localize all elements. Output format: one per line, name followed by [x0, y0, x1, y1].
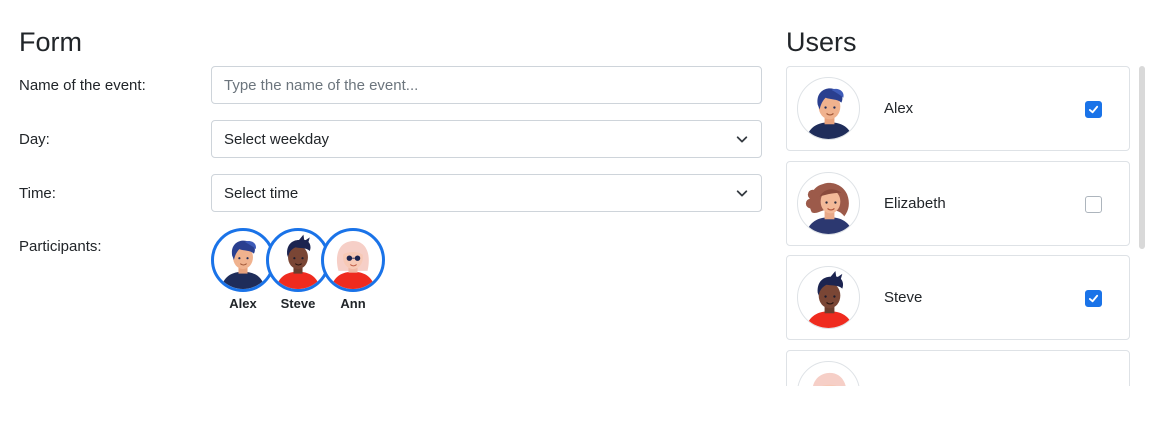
event-name-field[interactable]	[211, 66, 762, 104]
check-icon	[1088, 105, 1099, 114]
user-card-steve[interactable]: Steve	[786, 255, 1130, 340]
participant-name: Ann	[340, 296, 366, 311]
event-name-label: Name of the event:	[19, 77, 146, 94]
alex-avatar-icon	[214, 231, 272, 289]
chevron-down-icon	[736, 190, 748, 197]
user-checkbox[interactable]	[1085, 290, 1102, 307]
time-label: Time:	[19, 185, 56, 202]
user-card-ann[interactable]	[786, 350, 1130, 386]
participant-ann[interactable]: Ann	[321, 228, 385, 311]
user-name: Steve	[884, 289, 923, 306]
event-name-input[interactable]	[224, 76, 749, 94]
time-select[interactable]: Select time	[211, 174, 762, 212]
day-select-value: Select weekday	[224, 130, 330, 148]
chevron-down-icon	[736, 136, 748, 143]
participants-list: Alex Steve Ann	[211, 228, 411, 318]
steve-avatar-icon	[269, 231, 327, 289]
ann-avatar-icon	[324, 231, 382, 289]
user-checkbox[interactable]	[1085, 101, 1102, 118]
elizabeth-avatar-icon	[798, 173, 860, 235]
check-icon	[1088, 294, 1099, 303]
ann-avatar-icon	[798, 362, 860, 386]
users-title: Users	[786, 27, 857, 57]
user-name: Alex	[884, 100, 914, 117]
users-scrollbar[interactable]	[1139, 66, 1145, 249]
user-checkbox[interactable]	[1085, 196, 1102, 213]
avatar	[797, 172, 860, 235]
participant-avatar	[321, 228, 385, 292]
day-select[interactable]: Select weekday	[211, 120, 762, 158]
user-card-elizabeth[interactable]: Elizabeth	[786, 161, 1130, 246]
user-card-alex[interactable]: Alex	[786, 66, 1130, 151]
day-label: Day:	[19, 131, 50, 148]
avatar	[797, 266, 860, 329]
participants-label: Participants:	[19, 238, 102, 255]
form-title: Form	[19, 27, 82, 57]
steve-avatar-icon	[798, 267, 860, 329]
alex-avatar-icon	[798, 78, 860, 140]
avatar	[797, 361, 860, 386]
user-name: Elizabeth	[884, 195, 946, 212]
time-select-value: Select time	[224, 184, 299, 202]
avatar	[797, 77, 860, 140]
users-list[interactable]: Alex Elizabeth Steve	[786, 66, 1131, 386]
